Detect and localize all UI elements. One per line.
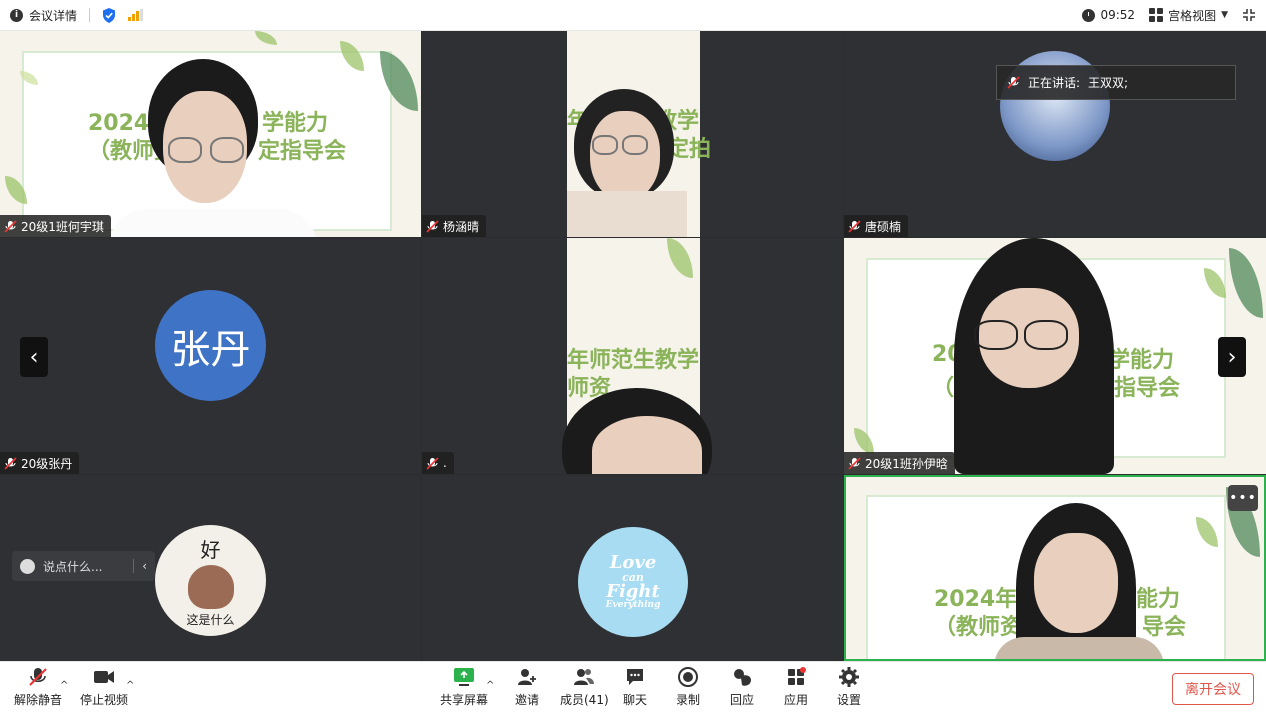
more-options-button[interactable]: ••• — [1228, 485, 1258, 511]
chevron-up-icon[interactable]: ^ — [486, 680, 494, 691]
add-user-icon — [516, 666, 538, 688]
video-tile-active-speaker[interactable]: 2024年 能力 （教师资 导会 ••• — [844, 475, 1266, 661]
meeting-info-link[interactable]: 会议详情 — [29, 7, 77, 24]
avatar-initials: 张丹 — [170, 326, 251, 373]
video-tile[interactable]: 年师范生教学 师资 . — [422, 238, 843, 474]
video-tile[interactable]: 202 学能力 （教 指导会 20级1班孙伊晗 — [844, 238, 1266, 474]
slide-title-line2b: 指导会 — [1114, 376, 1181, 401]
divider — [89, 8, 91, 22]
top-bar: i 会议详情 09:52 宫格视图 ▼ — [0, 0, 1266, 31]
chevron-left-icon: ‹ — [29, 344, 39, 370]
cartoon-mouse-icon — [187, 564, 234, 609]
slide-title-line2: （教师资 — [934, 615, 1023, 640]
participant-avatar: Love can Fight Everything — [578, 527, 688, 637]
video-grid: 2024年 学能力 （教师资 定指导会 20级1班何宇琪 年师范生教学 人定拍 — [0, 31, 1266, 661]
participant-nameplate: 唐硕楠 — [844, 215, 909, 237]
speaking-name: 王双双; — [1088, 76, 1129, 90]
leave-meeting-button[interactable]: 离开会议 — [1172, 673, 1254, 705]
participant-avatar: 好 这是什么 — [155, 525, 266, 636]
video-tile[interactable]: 张丹 20级张丹 — [0, 238, 421, 474]
share-screen-button[interactable]: 共享屏幕 — [440, 666, 488, 708]
mic-muted-icon — [426, 456, 439, 470]
chevron-down-icon: ▼ — [1221, 10, 1228, 20]
video-tile[interactable]: 年师范生教学 人定拍 杨涵晴 — [422, 31, 843, 237]
mic-muted-icon — [1007, 76, 1020, 89]
mic-muted-icon — [426, 219, 439, 233]
participant-nameplate: 20级1班何宇琪 — [0, 215, 111, 237]
participant-name: . — [443, 456, 447, 470]
avatar-text-top: 好 — [200, 537, 221, 562]
mic-muted-icon — [848, 219, 861, 233]
video-tile[interactable]: 唐硕楠 — [844, 31, 1266, 237]
chat-quick-input[interactable]: 说点什么... ‹ — [12, 551, 155, 581]
meeting-time: 09:52 — [1100, 8, 1136, 22]
exit-fullscreen-icon[interactable] — [1242, 8, 1256, 22]
mic-muted-icon — [4, 219, 17, 233]
mic-muted-icon — [848, 456, 861, 470]
view-mode-label: 宫格视图 — [1168, 8, 1217, 23]
members-icon — [572, 666, 596, 688]
video-tile[interactable]: 2024年 学能力 （教师资 定指导会 20级1班何宇琪 — [0, 31, 421, 237]
share-screen-icon — [452, 666, 476, 688]
reactions-button[interactable]: 回应 — [730, 666, 754, 708]
slide-title-line2b: 导会 — [1142, 615, 1187, 640]
speaking-indicator: 正在讲话: 王双双; — [996, 65, 1236, 100]
collapse-chat-icon[interactable]: ‹ — [133, 559, 147, 573]
clock-icon — [1082, 8, 1096, 22]
participant-avatar: 张丹 — [155, 290, 266, 401]
previous-page-button[interactable]: ‹ — [20, 337, 48, 377]
chevron-up-icon[interactable]: ^ — [60, 680, 68, 691]
video-camera-icon — [92, 666, 116, 688]
mic-muted-icon — [27, 666, 49, 688]
avatar-text-bottom: 这是什么 — [186, 612, 235, 627]
chat-placeholder[interactable]: 说点什么... — [43, 558, 102, 575]
apps-grid-icon — [785, 666, 807, 688]
view-mode-dropdown[interactable]: 宫格视图 ▼ — [1149, 7, 1228, 24]
mic-muted-icon — [4, 456, 17, 470]
participant-name: 20级张丹 — [21, 456, 73, 471]
participant-name: 杨涵晴 — [443, 219, 480, 234]
participant-name: 唐硕楠 — [865, 219, 902, 234]
participant-name: 20级1班何宇琪 — [21, 219, 104, 234]
chat-button[interactable]: 聊天 — [623, 666, 647, 708]
participant-nameplate: 20级1班孙伊晗 — [844, 452, 955, 474]
apps-button[interactable]: 应用 — [784, 666, 808, 708]
chevron-up-icon[interactable]: ^ — [126, 680, 134, 691]
invite-button[interactable]: 邀请 — [515, 666, 539, 708]
chat-bubble-icon — [624, 666, 646, 688]
gear-icon — [838, 666, 860, 688]
meeting-timer: 09:52 — [1082, 8, 1135, 22]
stop-video-button[interactable]: 停止视频 — [80, 666, 128, 708]
record-icon — [677, 666, 699, 688]
hand-reaction-icon — [731, 666, 753, 688]
shield-icon[interactable] — [102, 7, 116, 23]
members-button[interactable]: 成员(41) — [560, 666, 609, 708]
participant-name: 20级1班孙伊晗 — [865, 456, 948, 471]
slide-title-line2b: 定指导会 — [258, 139, 347, 164]
settings-button[interactable]: 设置 — [837, 666, 861, 708]
chevron-right-icon: › — [1227, 344, 1237, 370]
emoji-icon[interactable] — [20, 558, 35, 574]
participant-nameplate: . — [422, 452, 454, 474]
record-button[interactable]: 录制 — [676, 666, 700, 708]
speaking-label: 正在讲话: — [1028, 76, 1081, 90]
grid-view-icon — [1149, 8, 1164, 22]
video-tile[interactable]: Love can Fight Everything — [422, 475, 843, 661]
participant-nameplate: 20级张丹 — [0, 452, 80, 474]
network-signal-icon[interactable] — [128, 9, 144, 21]
info-icon[interactable]: i — [10, 8, 23, 22]
next-page-button[interactable]: › — [1218, 337, 1246, 377]
meeting-toolbar: 解除静音 ^ 停止视频 ^ 共享屏幕 ^ 邀请 成员(41) 聊天 录制 回应 … — [0, 661, 1266, 713]
participant-nameplate: 杨涵晴 — [422, 215, 487, 237]
unmute-button[interactable]: 解除静音 — [14, 666, 62, 708]
